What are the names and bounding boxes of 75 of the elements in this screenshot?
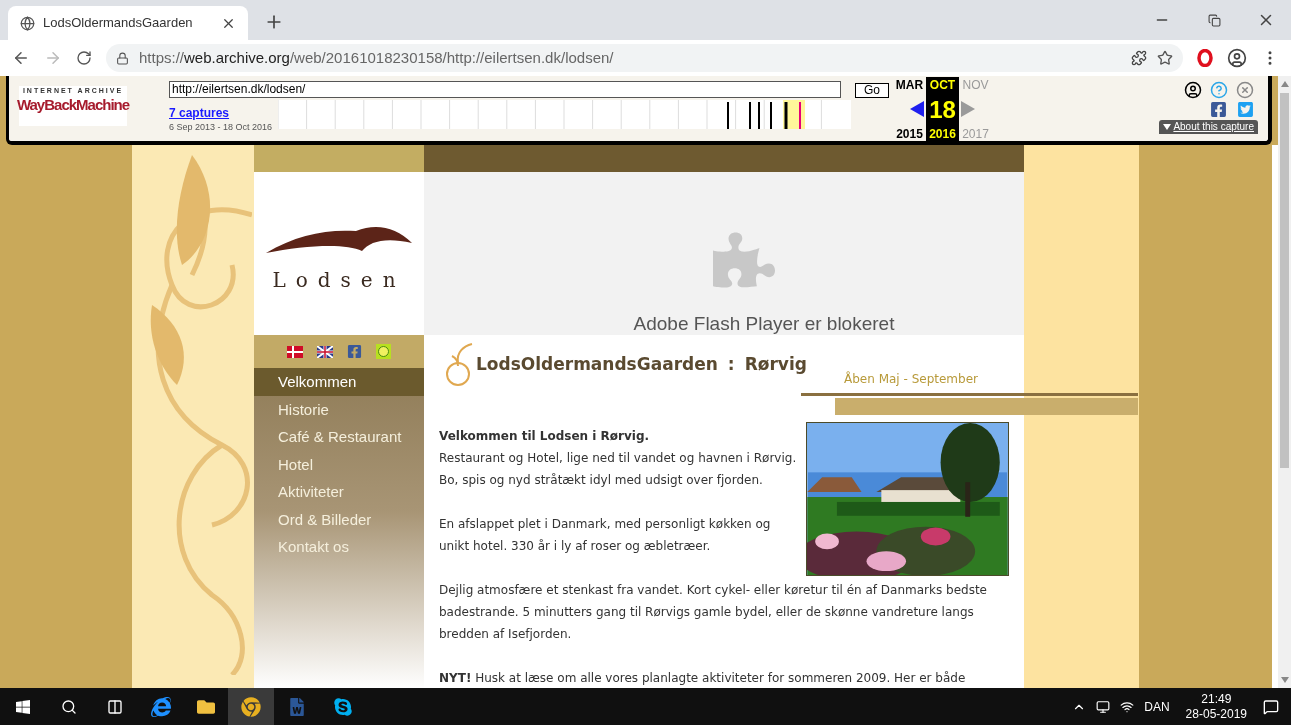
back-icon[interactable] [12, 49, 30, 67]
tab-title: LodsOldermandsGaarden [43, 14, 194, 33]
month-label: MAR [895, 78, 924, 92]
scroll-down-icon[interactable] [1280, 677, 1289, 683]
month-column[interactable]: OCT 18 2016 [926, 77, 959, 142]
month-column[interactable]: MAR 2015 [893, 77, 926, 142]
about-capture-button[interactable]: About this capture [1159, 120, 1258, 134]
capture-histogram[interactable] [278, 100, 851, 129]
browser-tab[interactable]: LodsOldermandsGaarden [8, 6, 248, 40]
taskbar-item[interactable] [228, 688, 274, 725]
opera-icon[interactable] [1197, 49, 1213, 67]
paragraph-line: Bo, spis og nyd stråtækt idyl med udsigt over fjorden. [439, 472, 764, 489]
paragraph-line: Restaurant og Hotel, lige ned til vandet og havnen i Rørvig. [439, 450, 798, 467]
search-icon[interactable] [61, 698, 77, 715]
paragraph-line: Dejlig atmosfære et stenkast fra vandet. Kort cykel- eller køretur til én af Danmarks bedste [439, 582, 988, 599]
skype-icon[interactable] [333, 696, 353, 717]
logo-wordmark: WayBackMachine [16, 95, 130, 115]
reload-icon[interactable] [76, 50, 92, 66]
globe-icon [20, 15, 35, 31]
folder-icon[interactable] [197, 697, 215, 716]
logo-text: Lodsen [272, 266, 406, 294]
address-field[interactable]: https://web.archive.org/web/20161018230158/http://eilertsen.dk/lodsen/ [106, 44, 1183, 72]
chrome-icon [241, 696, 261, 717]
scrollbar-thumb[interactable] [1280, 93, 1289, 468]
year-label: 2016 [929, 127, 956, 141]
paragraph-line: badestrande. 5 minutters gang til Rørvigs gamle bydel, eller de skønne vandreture langs [439, 604, 975, 621]
year-label: 2015 [896, 127, 923, 141]
caret-icon [1163, 124, 1172, 130]
scrollbar[interactable] [1278, 76, 1291, 688]
nav-item[interactable]: Velkommen [254, 368, 424, 396]
language-indicator[interactable]: DAN [1144, 697, 1170, 716]
puzzle-icon [713, 229, 775, 291]
paragraph-line: En afslappet plet i Danmark, med personligt køkken og [439, 516, 772, 533]
scroll-up-icon[interactable] [1280, 81, 1289, 87]
wifi-icon[interactable] [1120, 699, 1135, 714]
lock-icon [116, 51, 129, 65]
clock-time: 21:49 [1201, 691, 1232, 707]
season-text: Åben Maj - September [844, 370, 978, 388]
start-icon[interactable] [15, 698, 31, 715]
task-view-icon[interactable] [107, 698, 123, 715]
welcome-heading: Velkommen til Lodsen i Rørvig. [439, 428, 651, 445]
paragraph-line: unikt hotel. 330 år i ly af roser og æbletræer. [439, 538, 712, 555]
account-icon[interactable] [1227, 48, 1247, 68]
date-range: 6 Sep 2013 - 18 Oct 2016 [169, 121, 274, 134]
month-label: OCT [929, 78, 956, 92]
paragraph-line: bredden af Isefjorden. [439, 626, 573, 643]
account-icon[interactable] [1184, 81, 1202, 99]
next-arrow-icon[interactable] [961, 101, 975, 117]
clock-date: 28-05-2019 [1185, 706, 1247, 722]
browser-icon[interactable] [151, 696, 171, 717]
flourish-icon [444, 342, 474, 388]
month-label: NOV [962, 78, 989, 92]
year-label: 2017 [962, 127, 989, 141]
clock[interactable]: 21:49 28-05-2019 [1179, 691, 1253, 722]
url-field[interactable]: http://eilertsen.dk/lodsen/ [169, 80, 841, 98]
smiley-icon[interactable] [376, 344, 391, 359]
british-flag-icon[interactable] [317, 345, 333, 358]
facebook-icon[interactable] [1210, 101, 1227, 118]
site-title: LodsOldermandsGaarden : Rørvig [476, 353, 807, 377]
flash-message: Adobe Flash Player er blokeret [633, 313, 895, 335]
captures-link[interactable]: 7 captures [169, 106, 278, 120]
day-label: 18 [929, 96, 956, 123]
extension-icon[interactable] [1131, 50, 1147, 66]
danish-flag-icon[interactable] [287, 345, 303, 358]
url-text: https://web.archive.org/web/20161018230158/http://eilertsen.dk/lodsen/ [139, 47, 614, 68]
twitter-icon[interactable] [1237, 101, 1254, 118]
previous-arrow-icon[interactable] [910, 101, 924, 117]
network-icon[interactable] [1096, 699, 1111, 714]
star-icon[interactable] [1157, 50, 1173, 66]
restore-icon[interactable] [1208, 13, 1221, 27]
facebook-icon[interactable] [347, 344, 362, 359]
notification-icon[interactable] [1263, 698, 1279, 715]
go-button[interactable]: Go [855, 83, 889, 98]
paragraph-line: NYT! Husk at læse om alle vores planlagte aktiviteter for sommeren 2009. Her er både [439, 670, 967, 687]
word-icon[interactable] [288, 697, 306, 716]
